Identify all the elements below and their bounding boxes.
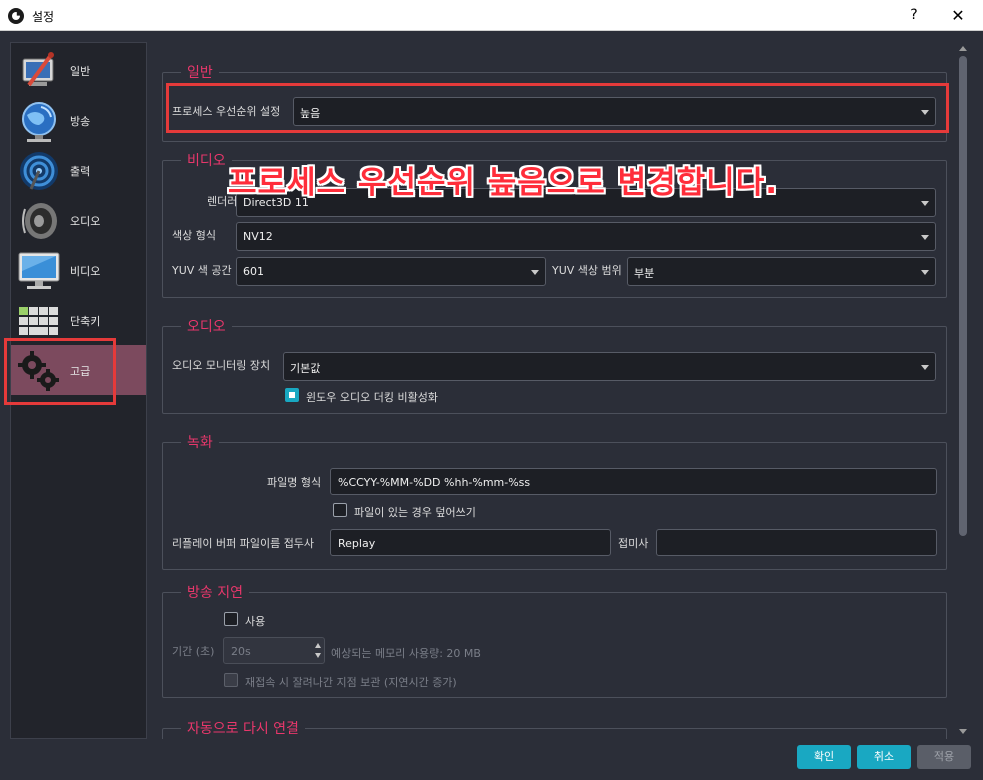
help-button[interactable]: ? — [891, 0, 937, 31]
ducking-checkbox[interactable] — [285, 388, 299, 402]
sidebar-item-label: 방송 — [70, 115, 91, 128]
audio-monitor-value: 기본값 — [290, 362, 321, 375]
vertical-scrollbar[interactable] — [957, 42, 969, 739]
ok-button[interactable]: 확인 — [797, 745, 851, 769]
preserve-cutoff-label: 재접속 시 잘려나간 지점 보관 (지연시간 증가) — [245, 676, 457, 689]
delay-duration-spinbox[interactable]: 20s — [223, 637, 325, 664]
chevron-down-icon — [921, 235, 929, 240]
color-format-select[interactable]: NV12 — [236, 222, 936, 251]
settings-content: 일반 프로세스 우선순위 설정 높음 비디오 렌더러 Direct3D 11 색… — [153, 42, 956, 739]
obs-logo-icon — [8, 8, 24, 24]
color-space-select[interactable]: 601 — [236, 257, 546, 286]
group-title: 방송 지연 — [181, 582, 249, 602]
chevron-down-icon — [531, 270, 539, 275]
delay-duration-label: 기간 (초) — [172, 645, 215, 658]
group-title: 일반 — [181, 62, 219, 82]
chevron-down-icon — [921, 365, 929, 370]
recording-group: 녹화 파일명 형식 %CCYY-%MM-%DD %hh-%mm-%ss 파일이 … — [162, 432, 947, 570]
filename-format-input[interactable]: %CCYY-%MM-%DD %hh-%mm-%ss — [330, 468, 937, 495]
group-title: 녹화 — [181, 432, 219, 452]
advanced-highlight-box — [4, 338, 116, 405]
group-title: 비디오 — [181, 150, 232, 170]
ducking-label: 윈도우 오디오 더킹 비활성화 — [306, 391, 438, 404]
sidebar-item-video[interactable]: 비디오 — [11, 245, 146, 295]
color-range-select[interactable]: 부분 — [627, 257, 936, 286]
scroll-down-icon[interactable] — [959, 729, 967, 734]
close-button[interactable]: ✕ — [935, 0, 981, 31]
filename-format-label: 파일명 형식 — [267, 476, 322, 489]
reconnect-group: 자동으로 다시 연결 — [162, 718, 947, 739]
suffix-label: 접미사 — [618, 537, 649, 550]
audio-monitor-select[interactable]: 기본값 — [283, 352, 936, 381]
arrow-up-icon[interactable] — [315, 643, 321, 648]
replay-prefix-input[interactable]: Replay — [330, 529, 611, 556]
stream-delay-group: 방송 지연 사용 기간 (초) 20s 예상되는 메모리 사용량: 20 MB … — [162, 582, 947, 698]
sidebar-item-general[interactable]: 일반 — [11, 45, 146, 95]
sidebar-item-label: 오디오 — [70, 215, 101, 228]
title-bar: 설정 ? ✕ — [0, 0, 983, 31]
chevron-down-icon — [921, 270, 929, 275]
chevron-down-icon — [921, 201, 929, 206]
audio-group: 오디오 오디오 모니터링 장치 기본값 윈도우 오디오 더킹 비활성화 — [162, 316, 947, 414]
delay-duration-value: 20s — [231, 645, 251, 658]
apply-button[interactable]: 적용 — [917, 745, 971, 769]
group-title: 자동으로 다시 연결 — [181, 718, 305, 738]
filename-format-value: %CCYY-%MM-%DD %hh-%mm-%ss — [338, 476, 531, 489]
cancel-button[interactable]: 취소 — [857, 745, 911, 769]
replay-prefix-label: 리플레이 버퍼 파일이름 접두사 — [172, 537, 315, 550]
sidebar-item-stream[interactable]: 방송 — [11, 95, 146, 145]
stream-delay-enable-checkbox[interactable] — [224, 612, 238, 626]
monitor-icon — [18, 252, 60, 289]
speaker-icon — [22, 203, 57, 239]
output-icon — [20, 152, 58, 190]
color-range-value: 부분 — [634, 267, 655, 280]
general-icon — [22, 52, 54, 87]
sidebar-item-label: 비디오 — [70, 265, 101, 278]
color-format-value: NV12 — [243, 230, 273, 243]
sidebar-item-label: 출력 — [70, 165, 91, 178]
scroll-thumb[interactable] — [959, 56, 967, 536]
color-format-label: 색상 형식 — [172, 229, 216, 242]
scroll-up-icon[interactable] — [959, 46, 967, 51]
sidebar-item-label: 일반 — [70, 65, 91, 78]
sidebar-item-audio[interactable]: 오디오 — [11, 195, 146, 245]
color-space-value: 601 — [243, 265, 264, 278]
keyboard-icon — [19, 307, 58, 335]
sidebar-item-label: 단축키 — [70, 315, 101, 328]
arrow-down-icon[interactable] — [315, 653, 321, 658]
annotation-text: 프로세스 우선순위 높음으로 변경합니다. — [228, 165, 778, 201]
memory-usage-text: 예상되는 메모리 사용량: 20 MB — [331, 647, 481, 660]
preserve-cutoff-checkbox[interactable] — [224, 673, 238, 687]
color-range-label: YUV 색상 범위 — [552, 264, 622, 277]
group-title: 오디오 — [181, 316, 232, 336]
overwrite-label: 파일이 있는 경우 덮어쓰기 — [354, 506, 476, 519]
suffix-input[interactable] — [656, 529, 937, 556]
globe-icon — [22, 102, 56, 142]
sidebar-item-output[interactable]: 출력 — [11, 145, 146, 195]
stream-delay-enable-label: 사용 — [245, 615, 266, 628]
overwrite-checkbox[interactable] — [333, 503, 347, 517]
audio-monitor-label: 오디오 모니터링 장치 — [172, 359, 271, 372]
window-title: 설정 — [32, 10, 55, 24]
priority-highlight-box — [166, 83, 949, 133]
color-space-label: YUV 색 공간 — [172, 264, 232, 277]
replay-prefix-value: Replay — [338, 537, 376, 550]
